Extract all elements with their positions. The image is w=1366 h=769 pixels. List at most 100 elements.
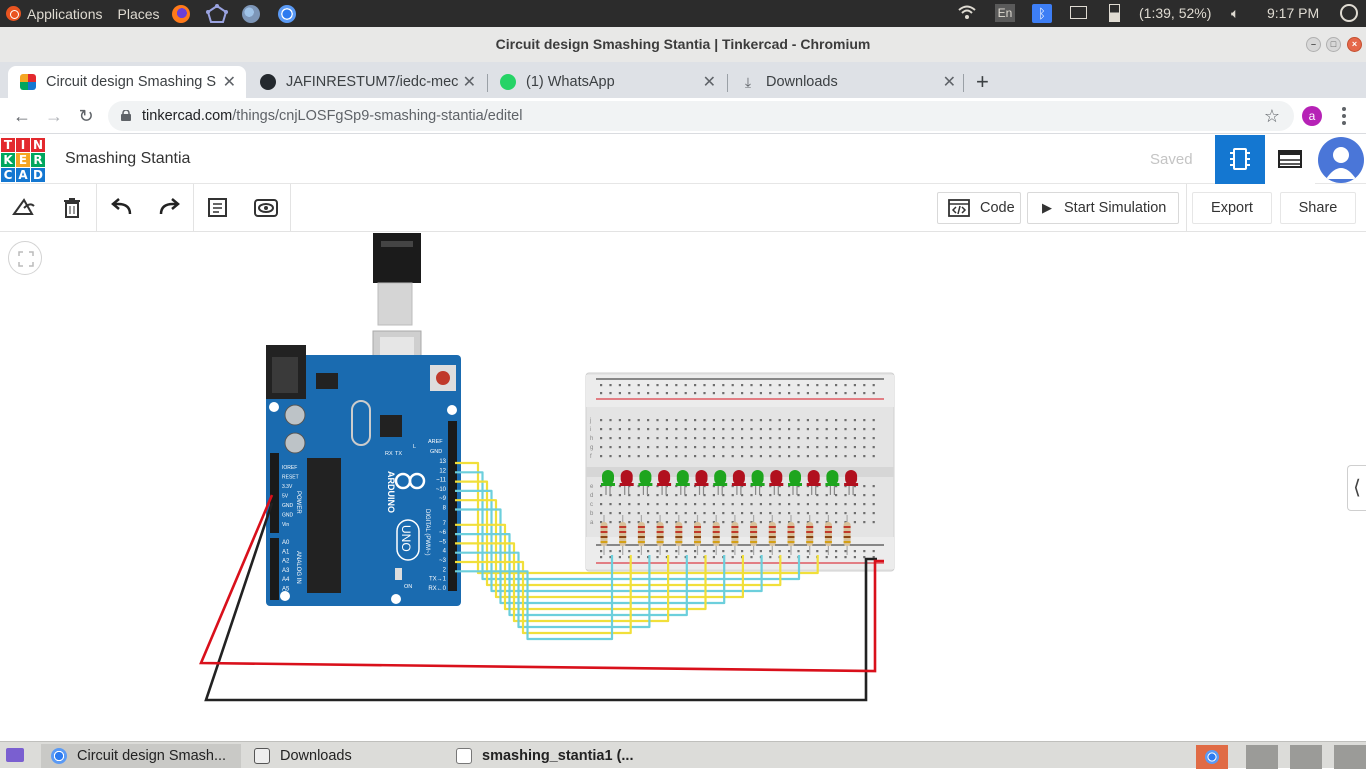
- folder-icon: [254, 748, 270, 764]
- analog-in-label: ANALOG IN: [295, 551, 301, 584]
- tab-title: Downloads: [766, 74, 838, 90]
- start-simulation-button[interactable]: ▶ Start Simulation: [1027, 192, 1179, 224]
- applications-menu[interactable]: Applications: [0, 0, 103, 27]
- clock[interactable]: 9:17 PM: [1267, 5, 1319, 21]
- gnd-label: GND: [430, 449, 442, 455]
- share-button[interactable]: Share: [1280, 192, 1356, 224]
- logo-letter-tile: N: [31, 138, 45, 152]
- taskbar-item-downloads[interactable]: Downloads: [244, 744, 440, 768]
- row-letter: d: [590, 493, 593, 499]
- maximize-button[interactable]: □: [1326, 37, 1341, 52]
- user-icon: [1326, 147, 1356, 179]
- digital-pin-label: TX→1: [429, 577, 447, 583]
- power-pin-label: GND: [282, 503, 294, 509]
- visibility-icon[interactable]: [252, 194, 280, 222]
- firefox-launcher[interactable]: [171, 0, 190, 27]
- chromium-launcher[interactable]: [277, 0, 296, 27]
- logo-letter-tile: D: [31, 168, 45, 182]
- tab-whatsapp[interactable]: (1) WhatsApp ✕: [488, 66, 726, 98]
- bluetooth-icon[interactable]: ᛒ: [1032, 4, 1052, 23]
- window-title: Circuit design Smashing Stantia | Tinker…: [495, 36, 871, 52]
- digital-pin-label: ~6: [439, 530, 447, 536]
- close-tab-icon[interactable]: ✕: [703, 72, 716, 92]
- row-letter: i: [590, 427, 591, 433]
- design-name[interactable]: Smashing Stantia: [65, 150, 190, 168]
- user-avatar[interactable]: [1318, 137, 1364, 183]
- forward-button[interactable]: →: [42, 104, 66, 128]
- back-button[interactable]: ←: [10, 104, 34, 128]
- ubuntu-logo-icon: [6, 6, 21, 21]
- globe-icon: [241, 4, 260, 23]
- digital-pin-label: 13: [439, 459, 446, 465]
- mail-icon[interactable]: [1070, 6, 1087, 19]
- logo-letter-tile: E: [16, 153, 30, 167]
- power-pin-label: GND: [282, 513, 294, 519]
- tinkercad-header: TIN KER CAD Smashing Stantia Saved: [0, 135, 1366, 184]
- code-button[interactable]: Code: [937, 192, 1021, 224]
- taskbar-item-chromium[interactable]: Circuit design Smash...: [41, 744, 241, 768]
- taskbar-item-label: smashing_stantia1 (...: [482, 748, 634, 764]
- export-button[interactable]: Export: [1192, 192, 1272, 224]
- delete-icon[interactable]: [58, 194, 86, 222]
- logo-letter-tile: C: [1, 168, 15, 182]
- tab-downloads[interactable]: ⤓ Downloads ✕: [728, 66, 966, 98]
- row-letter: h: [590, 436, 593, 442]
- keyboard-layout-indicator[interactable]: En: [995, 4, 1015, 22]
- battery-icon[interactable]: [1109, 4, 1120, 22]
- circuit-drawing: AREF GND RX TX L ON IOREF RESET 3.3V 5V GND G…: [199, 233, 895, 702]
- workspace-2[interactable]: [1246, 745, 1278, 769]
- globe-launcher[interactable]: [241, 0, 260, 27]
- circuit-view-button[interactable]: [1215, 135, 1265, 184]
- logo-letter-tile: T: [1, 138, 15, 152]
- chip-icon: [1230, 148, 1250, 170]
- url-bar[interactable]: tinkercad.com/things/cnjLOSFgSp9-smashin…: [108, 101, 1294, 131]
- tab-tinkercad[interactable]: Circuit design Smashing S ✕: [8, 66, 246, 98]
- close-tab-icon[interactable]: ✕: [223, 72, 236, 92]
- code-label: Code: [980, 200, 1015, 216]
- places-label: Places: [117, 5, 160, 22]
- close-window-button[interactable]: ×: [1347, 37, 1362, 52]
- circuit-canvas[interactable]: AREF GND RX TX L ON IOREF RESET 3.3V 5V GND G…: [0, 233, 1366, 741]
- analog-pin-label: A0: [282, 540, 290, 546]
- rotate-icon[interactable]: [10, 194, 38, 222]
- digital-label: DIGITAL (PWM~): [424, 509, 430, 556]
- close-tab-icon[interactable]: ✕: [463, 72, 476, 92]
- network-launcher[interactable]: [205, 0, 228, 27]
- bookmark-star-icon[interactable]: ☆: [1264, 101, 1280, 131]
- places-menu[interactable]: Places: [118, 0, 160, 27]
- power-icon[interactable]: [1340, 4, 1358, 22]
- lock-icon: [121, 110, 131, 121]
- undo-icon[interactable]: [108, 194, 136, 222]
- tinkercad-logo[interactable]: TIN KER CAD: [1, 138, 45, 182]
- new-tab-button[interactable]: +: [976, 69, 989, 95]
- volume-icon[interactable]: 🔈︎: [1231, 5, 1239, 22]
- logo-letter-tile: A: [16, 168, 30, 182]
- tab-github[interactable]: JAFINRESTUM7/iedc-mec ✕: [248, 66, 486, 98]
- wifi-icon[interactable]: [958, 4, 976, 23]
- panel-toggle-button[interactable]: ⟨: [1347, 465, 1366, 511]
- browser-menu-icon[interactable]: [1340, 104, 1348, 128]
- show-desktop-icon[interactable]: [6, 748, 24, 762]
- tx-label: TX: [395, 451, 402, 457]
- profile-avatar[interactable]: a: [1302, 106, 1322, 126]
- logo-letter-tile: K: [1, 153, 15, 167]
- component-list-button[interactable]: [1265, 135, 1315, 184]
- notes-icon[interactable]: [204, 194, 232, 222]
- workspace-3[interactable]: [1290, 745, 1322, 769]
- battery-status: (1:39, 52%): [1139, 5, 1212, 21]
- minimize-button[interactable]: –: [1306, 37, 1321, 52]
- table-icon: [1278, 150, 1302, 168]
- close-tab-icon[interactable]: ✕: [943, 72, 956, 92]
- taskbar-item-label: Downloads: [280, 748, 352, 764]
- power-pin-label: IOREF: [282, 465, 297, 471]
- firefox-icon: [171, 4, 190, 23]
- workspace-1[interactable]: [1196, 745, 1228, 769]
- taskbar-item-text-editor[interactable]: smashing_stantia1 (...: [446, 744, 646, 768]
- workspace-4[interactable]: [1334, 745, 1366, 769]
- reload-button[interactable]: ↻: [74, 104, 98, 128]
- power-pin-label: Vin: [282, 522, 289, 528]
- redo-icon[interactable]: [155, 194, 183, 222]
- arduino-uno-board[interactable]: AREF GND RX TX L ON IOREF RESET 3.3V 5V GND G…: [266, 345, 461, 606]
- text-editor-icon: [456, 748, 472, 764]
- digital-pin-label: ~5: [439, 539, 447, 545]
